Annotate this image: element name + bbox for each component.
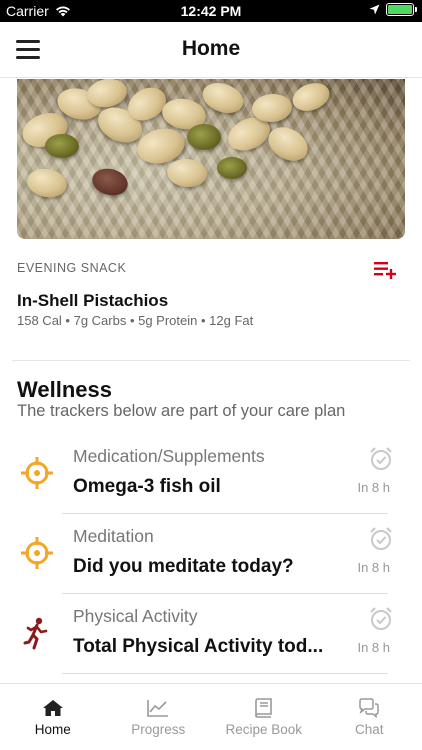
section-divider — [12, 360, 410, 361]
tab-label: Progress — [131, 722, 186, 737]
tab-label: Recipe Book — [225, 722, 303, 737]
tab-label: Home — [34, 722, 71, 737]
home-icon — [42, 700, 63, 716]
crosshair-target-icon — [21, 537, 53, 569]
tab-home[interactable]: Home — [0, 684, 106, 750]
pistachio — [217, 157, 247, 179]
wellness-subtitle: The trackers below are part of your care… — [17, 402, 346, 420]
battery-icon — [386, 3, 417, 16]
tracker-due: In 8 h — [357, 640, 390, 655]
running-person-icon — [23, 617, 48, 650]
wellness-title: Wellness — [17, 377, 112, 402]
tab-bar: Home Progress Recipe Book Chat — [0, 683, 422, 750]
pistachio — [45, 134, 79, 158]
book-icon — [254, 698, 272, 718]
location-arrow-icon — [369, 4, 380, 15]
tracker-category: Meditation — [73, 526, 154, 546]
row-separator — [62, 673, 388, 674]
tracker-name: Omega-3 fish oil — [73, 476, 221, 497]
tracker-name: Did you meditate today? — [73, 556, 294, 577]
tab-label: Chat — [354, 722, 384, 737]
crosshair-target-icon — [21, 457, 53, 489]
tracker-row[interactable]: Meditation Did you meditate today? In 8 … — [0, 514, 422, 594]
add-to-list-icon[interactable] — [374, 261, 398, 279]
status-right-group — [369, 3, 417, 16]
tracker-due: In 8 h — [357, 480, 390, 495]
battery-fill — [388, 5, 412, 14]
status-time: 12:42 PM — [180, 3, 242, 19]
page-title: Home — [181, 37, 241, 60]
status-bar: Carrier 12:42 PM — [0, 0, 422, 22]
chat-bubbles-icon — [359, 698, 379, 718]
tracker-category: Physical Activity — [73, 606, 198, 626]
tracker-name: Total Physical Activity tod... — [73, 636, 324, 657]
meal-type-label: EVENING SNACK — [17, 261, 127, 275]
tracker-row[interactable]: Physical Activity Total Physical Activit… — [0, 594, 422, 674]
tab-recipe-book[interactable]: Recipe Book — [211, 684, 317, 750]
meal-macros: 158 Cal • 7g Carbs • 5g Protein • 12g Fa… — [17, 313, 254, 328]
meal-name[interactable]: In-Shell Pistachios — [17, 291, 168, 311]
alarm-clock-icon[interactable] — [368, 526, 394, 552]
alarm-clock-icon[interactable] — [368, 446, 394, 472]
tracker-due: In 8 h — [357, 560, 390, 575]
pistachio — [187, 124, 221, 150]
nav-bar: Home — [0, 22, 422, 78]
meal-photo[interactable] — [17, 79, 405, 239]
tracker-category: Medication/Supplements — [73, 446, 265, 466]
alarm-clock-icon[interactable] — [368, 606, 394, 632]
tab-chat[interactable]: Chat — [317, 684, 422, 750]
tracker-row[interactable]: Medication/Supplements Omega-3 fish oil … — [0, 434, 422, 514]
tab-progress[interactable]: Progress — [106, 684, 212, 750]
line-chart-icon — [147, 700, 169, 717]
